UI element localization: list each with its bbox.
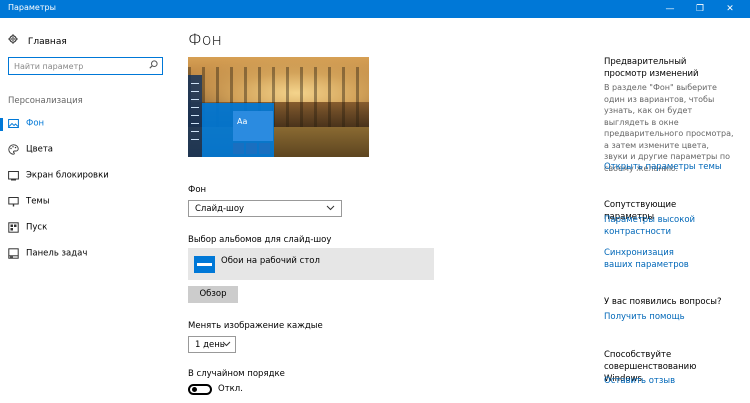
background-dropdown[interactable]: Слайд-шоу xyxy=(188,200,342,217)
home-link[interactable]: Главная xyxy=(8,34,67,47)
sidebar: Главная Персонализация Фон Цвета Экран б… xyxy=(0,18,175,403)
lock-screen-icon xyxy=(8,170,19,181)
album-thumbnail xyxy=(194,256,215,273)
background-preview: Aa xyxy=(188,57,369,157)
album-label: Выбор альбомов для слайд-шоу xyxy=(188,235,332,245)
minimize-button[interactable]: — xyxy=(655,0,685,18)
chevron-down-icon xyxy=(326,203,335,214)
gear-icon xyxy=(8,34,20,47)
search-box[interactable] xyxy=(8,57,163,75)
shuffle-label: В случайном порядке xyxy=(188,369,285,379)
brush-icon xyxy=(8,196,19,207)
preview-tile: Aa xyxy=(233,111,273,141)
interval-label: Менять изображение каждые xyxy=(188,321,323,331)
close-button[interactable]: ✕ xyxy=(715,0,745,18)
section-label: Персонализация xyxy=(8,96,83,106)
album-item[interactable]: Обои на рабочий стол xyxy=(188,248,434,280)
preview-tile-text: Aa xyxy=(237,117,248,126)
taskbar-icon xyxy=(8,248,19,259)
sidebar-item-lock-screen[interactable]: Экран блокировки xyxy=(8,170,109,184)
interval-value: 1 день xyxy=(195,340,225,350)
interval-dropdown[interactable]: 1 день xyxy=(188,336,236,353)
sidebar-item-label: Пуск xyxy=(26,222,48,233)
shuffle-toggle[interactable] xyxy=(188,384,212,395)
title-bar: Параметры — ❐ ✕ xyxy=(0,0,750,18)
preview-start-bar xyxy=(188,75,202,157)
sidebar-item-themes[interactable]: Темы xyxy=(8,196,50,210)
browse-button[interactable]: Обзор xyxy=(188,286,238,303)
window-title: Параметры xyxy=(8,3,56,12)
preview-text: В разделе "Фон" выберите один из вариант… xyxy=(604,83,734,173)
questions-title: У вас появились вопросы? xyxy=(604,297,722,307)
sync-settings-link[interactable]: Синхронизация ваших параметров xyxy=(604,248,704,271)
sidebar-item-colors[interactable]: Цвета xyxy=(8,144,53,158)
search-input[interactable] xyxy=(14,60,144,72)
sidebar-item-label: Цвета xyxy=(26,144,53,155)
sidebar-item-label: Панель задач xyxy=(26,248,88,259)
page-title: Фон xyxy=(188,30,223,49)
album-name: Обои на рабочий стол xyxy=(221,256,320,266)
get-help-link[interactable]: Получить помощь xyxy=(604,312,739,324)
home-label: Главная xyxy=(27,37,67,47)
picture-icon xyxy=(8,118,19,129)
theme-settings-link[interactable]: Открыть параметры темы xyxy=(604,162,739,174)
palette-icon xyxy=(8,144,19,155)
preview-title: Предварительный просмотр изменений xyxy=(604,57,699,79)
shuffle-state: Откл. xyxy=(218,384,243,394)
search-icon[interactable] xyxy=(149,60,158,72)
sidebar-item-label: Фон xyxy=(26,118,45,129)
sidebar-item-start[interactable]: Пуск xyxy=(8,222,47,236)
sidebar-item-label: Экран блокировки xyxy=(26,170,109,181)
sidebar-item-taskbar[interactable]: Панель задач xyxy=(8,248,87,262)
background-value: Слайд-шоу xyxy=(195,204,245,214)
sidebar-item-label: Темы xyxy=(26,196,50,207)
high-contrast-link[interactable]: Параметры высокой контрастности xyxy=(604,215,699,238)
sidebar-item-background[interactable]: Фон xyxy=(0,118,45,132)
feedback-link[interactable]: Оставить отзыв xyxy=(604,376,739,388)
chevron-down-icon xyxy=(222,339,231,350)
maximize-button[interactable]: ❐ xyxy=(685,0,715,18)
start-icon xyxy=(8,222,19,233)
background-label: Фон xyxy=(188,185,207,195)
